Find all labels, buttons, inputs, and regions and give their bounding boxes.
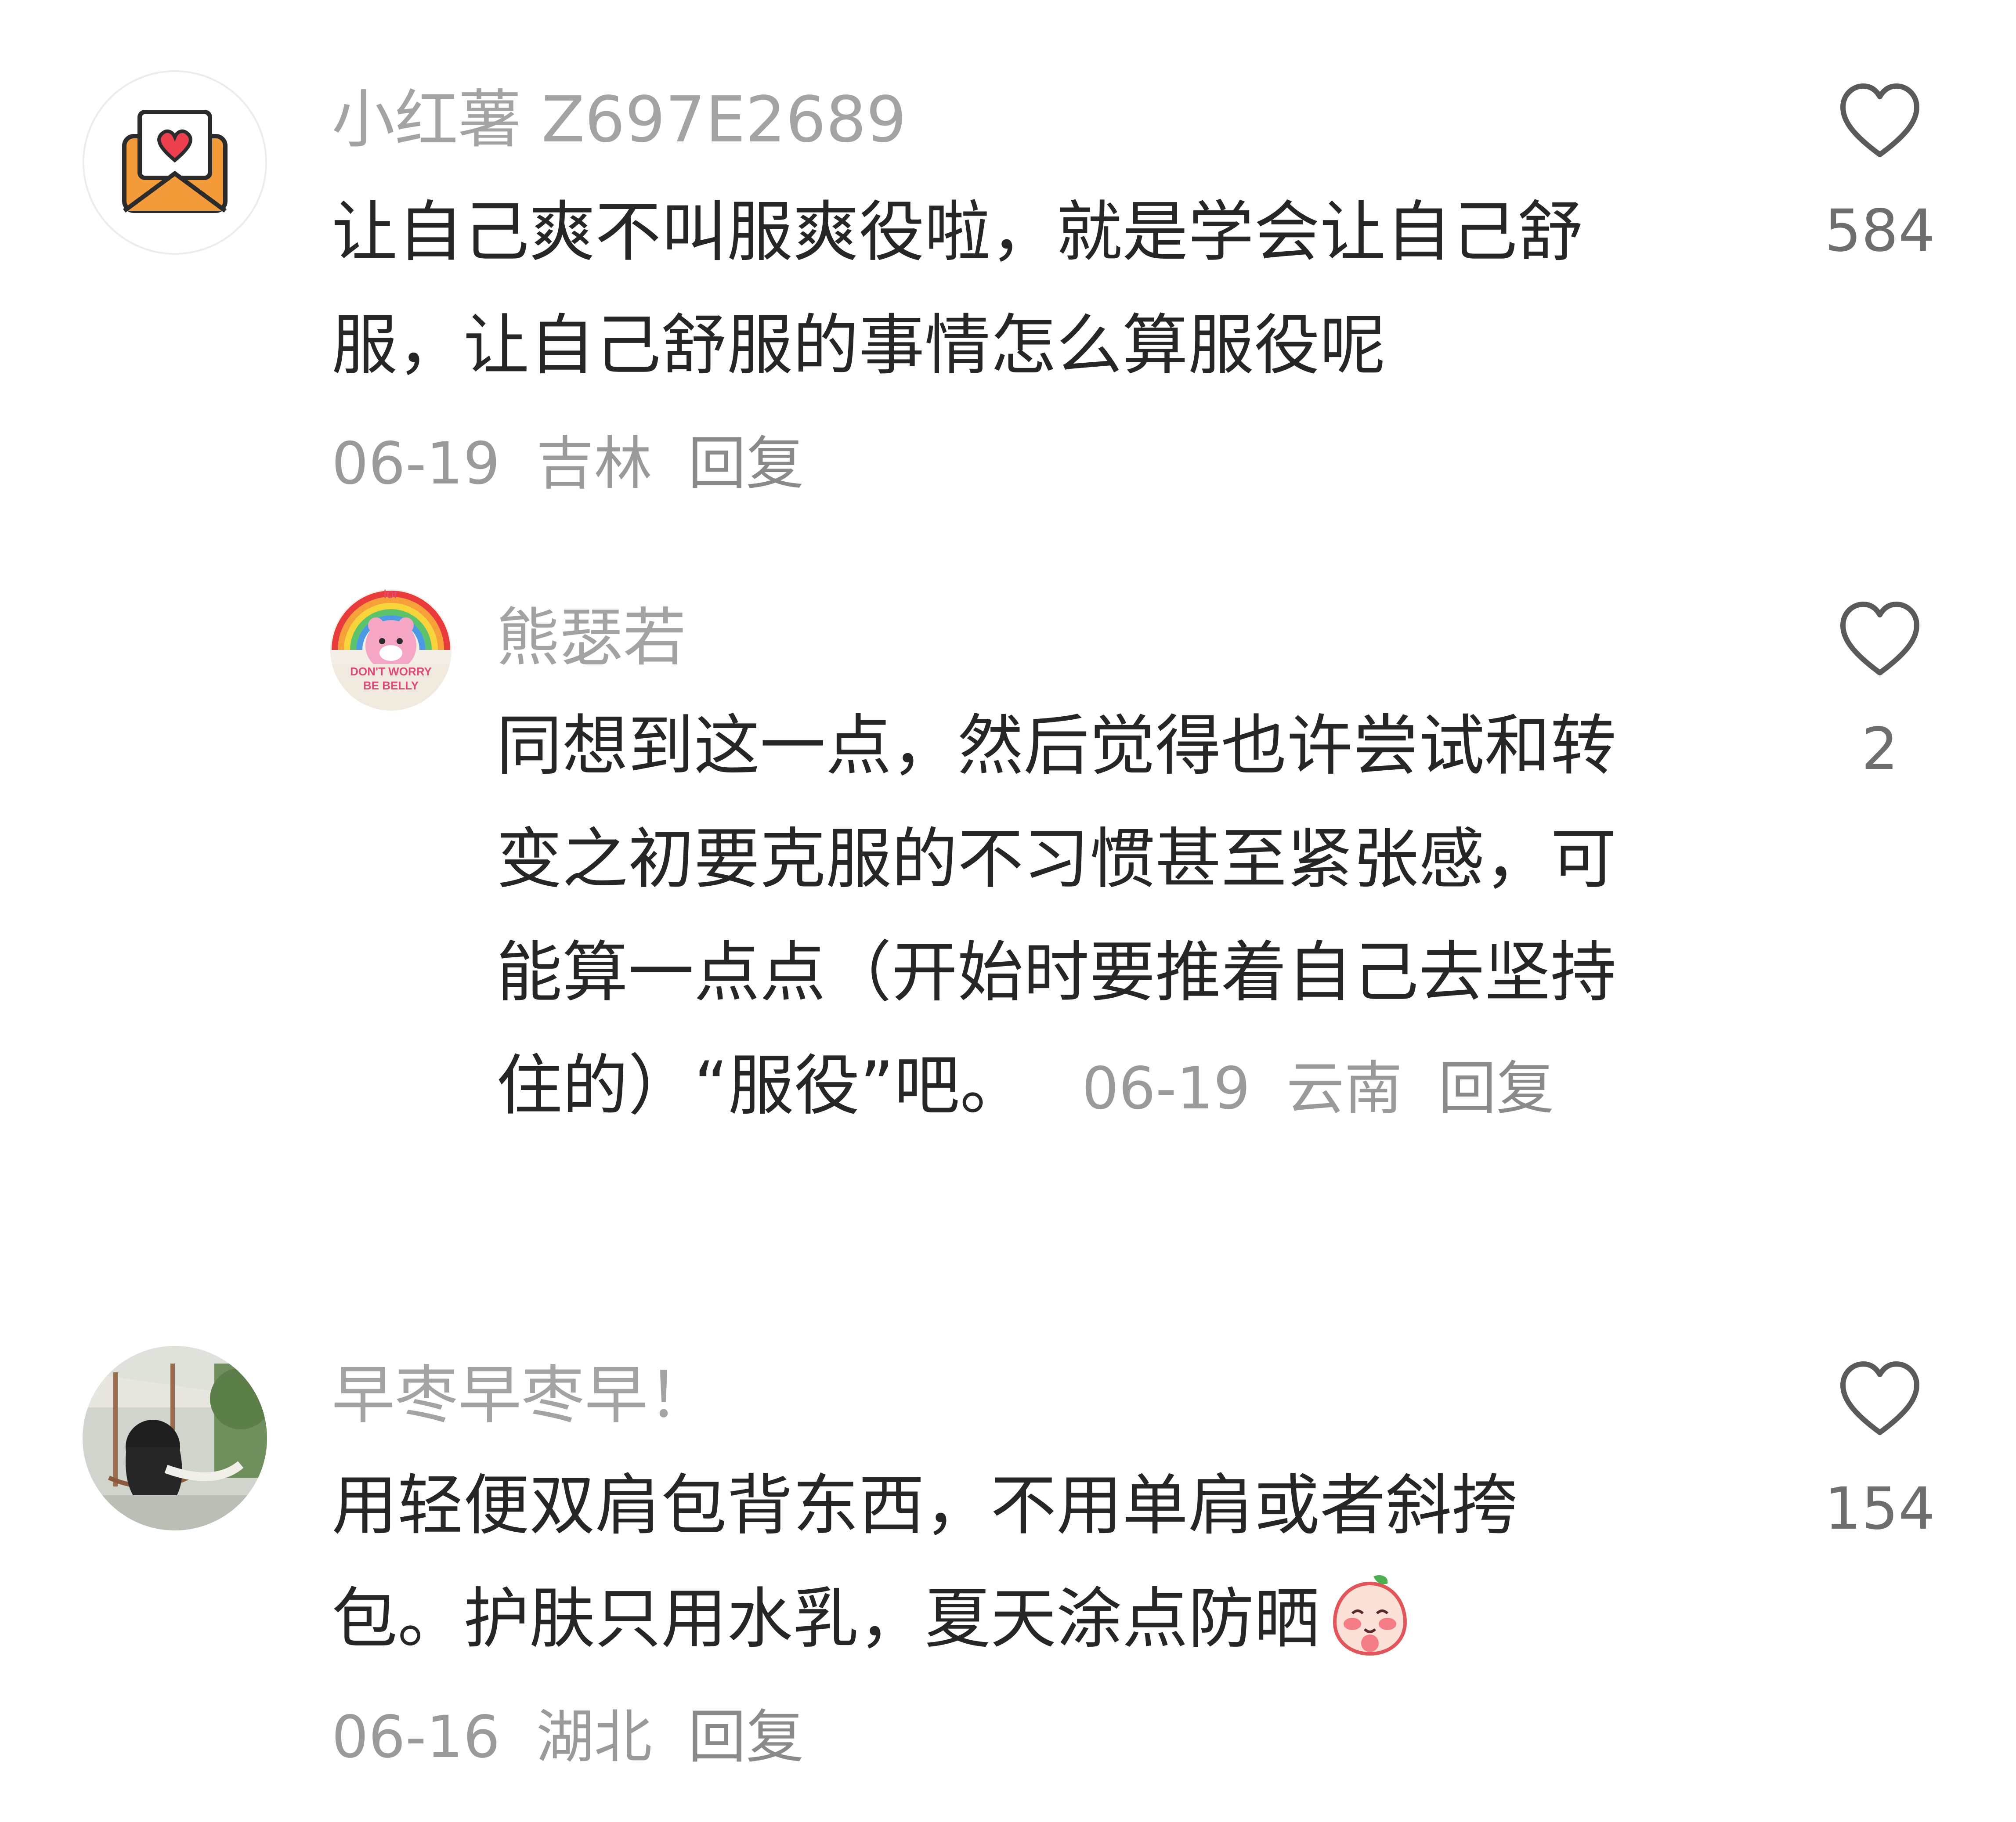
comment-location: 云南 (1286, 1055, 1402, 1122)
like-count: 584 (1825, 197, 1935, 265)
comment-meta: 06-16 湖北 回复 (332, 1708, 804, 1766)
like-count: 154 (1825, 1475, 1935, 1543)
avatar-text: BE BELLY (363, 679, 419, 692)
comment-username[interactable]: 早枣早枣早！ (332, 1364, 711, 1427)
like-count: 2 (1861, 715, 1898, 783)
comment-username[interactable]: 熊瑟若 (496, 606, 686, 669)
comment-text-last: 住的）“服役”吧。 (496, 1048, 1026, 1124)
blushing-face-emoji (1326, 1571, 1414, 1659)
love-letter-envelope-icon (83, 70, 267, 255)
heart-outline-icon[interactable] (1836, 1357, 1924, 1445)
avatar-text: DON'T WORRY (350, 665, 432, 678)
reply-button[interactable]: 回复 (688, 1708, 804, 1766)
comment-date: 06-19 (332, 430, 500, 498)
reply-button[interactable]: 回复 (688, 435, 804, 493)
comment-date: 06-19 (1082, 1055, 1250, 1122)
comment-text: 让自己爽不叫服爽役啦，就是学会让自己舒 服，让自己舒服的事情怎么算服役呢 (332, 176, 1583, 402)
comment-location: 湖北 (536, 1703, 652, 1771)
comment-date: 06-16 (332, 1703, 500, 1771)
avatar[interactable] (83, 1346, 267, 1530)
avatar[interactable] (83, 70, 267, 255)
comment-list-screen: { "comments": [ { "username": "小红薯 Z697E… (0, 0, 2016, 1822)
comment-text-line: 让自己爽不叫服爽役啦，就是学会让自己舒 (332, 194, 1584, 271)
comment-location: 吉林 (536, 430, 652, 498)
avatar-text: lor (383, 589, 398, 601)
heart-outline-icon[interactable] (1836, 597, 1924, 685)
comment-text: 同想到这一点，然后觉得也许尝试和转 变之初要克服的不习惯甚至紧张感，可 能算一点… (496, 689, 1616, 1145)
avatar[interactable]: lor DON'T WORRY BE BELLY (330, 589, 452, 711)
comment-meta: 06-19 云南 回复 (1082, 1055, 1572, 1122)
comment-text: 用轻便双肩包背东西，不用单肩或者斜挎 包。护肤只用水乳，夏天涂点防晒 (332, 1449, 1517, 1676)
comment-text-line: 能算一点点（开始时要推着自己去坚持 (496, 934, 1617, 1011)
heart-outline-icon[interactable] (1836, 79, 1924, 167)
comment-text-line: 同想到这一点，然后觉得也许尝试和转 (496, 708, 1617, 784)
comment-text-line: 住的）“服役”吧。 06-19 云南 回复 (496, 1029, 1616, 1145)
avatar-image (83, 1346, 267, 1530)
comment-text-line: 变之初要克服的不习惯甚至紧张感，可 (496, 821, 1617, 898)
avatar-image: lor DON'T WORRY BE BELLY (330, 589, 452, 711)
comment-text-line: 用轻便双肩包背东西，不用单肩或者斜挎 (332, 1468, 1518, 1544)
comment-username[interactable]: 小红薯 Z697E2689 (332, 88, 907, 151)
comment-text-line: 包。护肤只用水乳，夏天涂点防晒 (332, 1562, 1517, 1676)
comment-text-line: 服，让自己舒服的事情怎么算服役呢 (332, 307, 1386, 384)
comment-text-last: 包。护肤只用水乳，夏天涂点防晒 (332, 1581, 1320, 1657)
reply-button[interactable]: 回复 (1438, 1055, 1554, 1122)
comment-meta: 06-19 吉林 回复 (332, 435, 804, 493)
